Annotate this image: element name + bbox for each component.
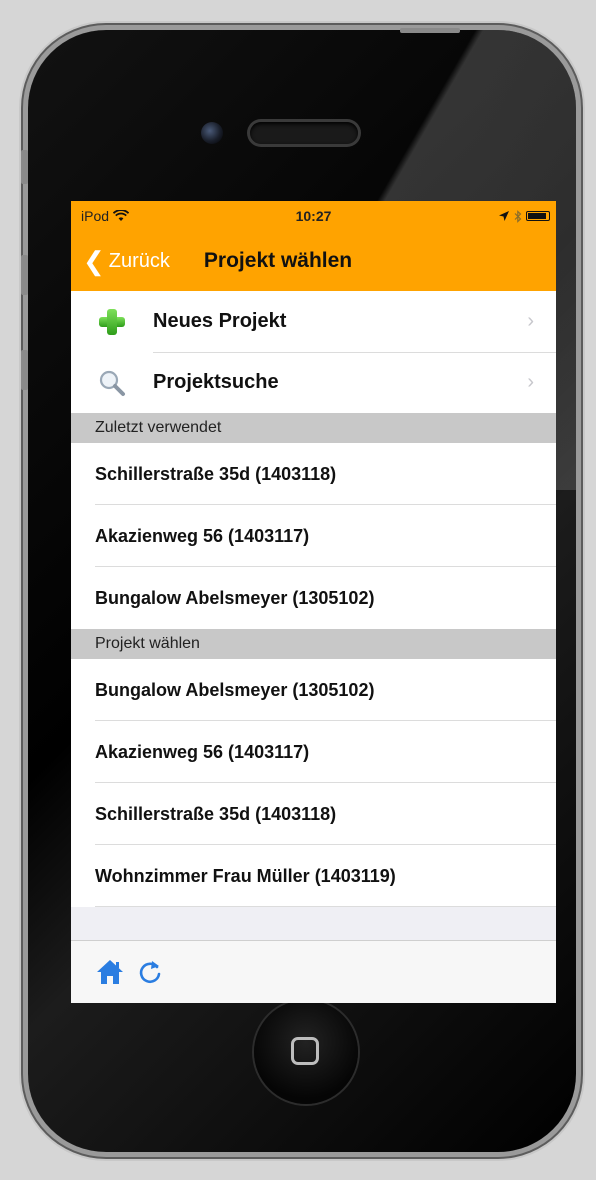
bottom-toolbar xyxy=(71,940,556,1003)
home-button[interactable] xyxy=(254,1000,358,1104)
list-item[interactable]: Akazienweg 56 (1403117) xyxy=(71,721,556,783)
project-search-row[interactable]: Projektsuche › xyxy=(71,352,556,413)
magnifier-icon xyxy=(99,370,125,396)
carrier-label: iPod xyxy=(81,208,110,224)
back-label: Zurück xyxy=(108,249,170,272)
new-project-row[interactable]: Neues Projekt › xyxy=(71,291,556,352)
navigation-bar: ❮ Zurück Projekt wählen xyxy=(71,231,556,291)
volume-down-button xyxy=(21,350,28,390)
status-bar: iPod 10:27 xyxy=(71,201,556,231)
list-item[interactable]: Bungalow Abelsmeyer (1305102) xyxy=(71,659,556,721)
section-header-recent: Zuletzt verwendet xyxy=(71,413,556,443)
bluetooth-icon xyxy=(514,209,522,223)
action-menu: Neues Projekt › Projektsuche › xyxy=(71,291,556,413)
section-header-choose: Projekt wählen xyxy=(71,629,556,659)
wifi-icon xyxy=(113,210,130,221)
new-project-label: Neues Projekt xyxy=(153,310,287,332)
battery-icon xyxy=(526,211,550,221)
list-item[interactable]: Schillerstraße 35d (1403118) xyxy=(71,783,556,845)
list-item[interactable]: Bungalow Abelsmeyer (1305102) xyxy=(71,567,556,629)
chevron-right-icon: › xyxy=(527,310,534,332)
list-item[interactable]: Schillerstraße 35d (1403118) xyxy=(71,443,556,505)
page-title: Projekt wählen xyxy=(203,249,353,272)
volume-up-button xyxy=(21,255,28,295)
home-icon[interactable] xyxy=(95,958,125,986)
list-item[interactable]: Akazienweg 56 (1403117) xyxy=(71,505,556,567)
mute-switch xyxy=(21,150,28,184)
app-screen: iPod 10:27 ❮ Zurück Projekt wählen Neues… xyxy=(71,201,556,1003)
green-plus-icon xyxy=(99,308,125,335)
all-projects-list: Bungalow Abelsmeyer (1305102) Akazienweg… xyxy=(71,659,556,907)
chevron-left-icon: ❮ xyxy=(83,245,105,276)
list-item[interactable]: Wohnzimmer Frau Müller (1403119) xyxy=(71,845,556,907)
speaker-grille xyxy=(250,122,358,144)
camera-icon xyxy=(201,122,223,144)
project-search-label: Projektsuche xyxy=(153,371,279,393)
recent-projects-list: Schillerstraße 35d (1403118) Akazienweg … xyxy=(71,443,556,629)
status-time: 10:27 xyxy=(295,208,332,224)
back-button[interactable]: ❮ Zurück xyxy=(83,246,170,277)
location-arrow-icon xyxy=(499,211,509,221)
refresh-icon[interactable] xyxy=(137,958,163,986)
power-button xyxy=(400,28,460,33)
chevron-right-icon: › xyxy=(527,371,534,393)
